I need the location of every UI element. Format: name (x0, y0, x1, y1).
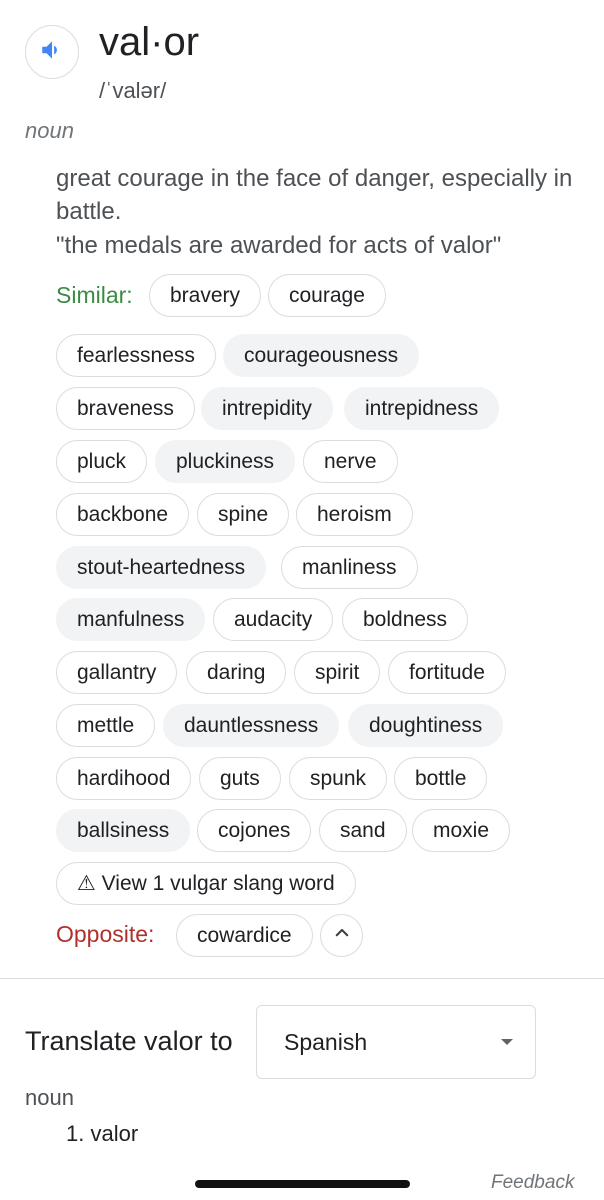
similar-word-chip[interactable]: gallantry (56, 651, 178, 694)
language-select[interactable]: Spanish (256, 1005, 536, 1079)
caret-down-icon (501, 1039, 513, 1045)
similar-word-chip[interactable]: fortitude (388, 651, 506, 694)
headword: val·or (99, 20, 200, 64)
part-of-speech: noun (25, 118, 74, 143)
example-sentence: "the medals are awarded for acts of valo… (56, 232, 502, 259)
similar-word-chip[interactable]: pluckiness (155, 440, 296, 483)
definition-text: great courage in the face of danger, esp… (56, 165, 573, 225)
similar-word-chip[interactable]: nerve (303, 440, 398, 483)
similar-word-chip[interactable]: pluck (56, 440, 148, 483)
similar-word-chip[interactable]: stout-heartedness (56, 546, 267, 589)
similar-word-chip[interactable]: dauntlessness (163, 704, 340, 747)
phonetic-spelling: /ˈvalər/ (99, 78, 167, 103)
similar-word-chip[interactable]: spine (197, 493, 290, 536)
similar-word-chip[interactable]: doughtiness (348, 704, 504, 747)
similar-word-chip[interactable]: backbone (56, 493, 190, 536)
translation-result: 1. valor (66, 1121, 139, 1146)
similar-word-chip[interactable]: spunk (289, 757, 388, 800)
similar-word-chip[interactable]: audacity (213, 598, 334, 641)
similar-label: Similar: (56, 282, 133, 308)
similar-word-chip[interactable]: manliness (281, 546, 418, 589)
similar-word-chip[interactable]: courageousness (223, 334, 420, 377)
similar-word-chip[interactable]: hardihood (56, 757, 192, 800)
similar-word-chip[interactable]: braveness (56, 387, 195, 430)
similar-word-chip[interactable]: ballsiness (56, 809, 191, 852)
similar-word-chip[interactable]: heroism (296, 493, 413, 536)
similar-word-chip[interactable]: guts (199, 757, 281, 800)
feedback-link[interactable]: Feedback (491, 1170, 574, 1196)
chevron-up-icon (333, 924, 351, 947)
language-select-value: Spanish (284, 1029, 368, 1055)
similar-word-chip[interactable]: mettle (56, 704, 156, 747)
translate-label: Translate valor to (25, 1026, 233, 1056)
speaker-icon (39, 37, 65, 68)
opposite-label: Opposite: (56, 921, 155, 947)
similar-word-chip[interactable]: sand (319, 809, 407, 852)
similar-word-chip[interactable]: bravery (149, 274, 262, 317)
similar-word-chip[interactable]: fearlessness (56, 334, 216, 377)
opposite-word-chip[interactable]: cowardice (176, 914, 313, 957)
similar-word-chip[interactable]: intrepidity (201, 387, 333, 430)
view-vulgar-slang-button[interactable]: ⚠ View 1 vulgar slang word (56, 862, 356, 905)
collapse-synonyms-button[interactable] (320, 914, 363, 957)
similar-word-chip[interactable]: daring (186, 651, 287, 694)
translation-part-of-speech: noun (25, 1085, 74, 1110)
home-indicator[interactable] (195, 1180, 410, 1188)
similar-word-chip[interactable]: manfulness (56, 598, 206, 641)
pronunciation-audio-button[interactable] (25, 25, 79, 79)
similar-word-chip[interactable]: spirit (294, 651, 381, 694)
similar-word-chip[interactable]: cojones (197, 809, 312, 852)
section-divider (0, 978, 604, 979)
similar-word-chip[interactable]: intrepidness (344, 387, 500, 430)
similar-word-chip[interactable]: bottle (394, 757, 488, 800)
similar-word-chip[interactable]: boldness (342, 598, 469, 641)
similar-word-chip[interactable]: courage (268, 274, 386, 317)
similar-word-chip[interactable]: moxie (412, 809, 511, 852)
